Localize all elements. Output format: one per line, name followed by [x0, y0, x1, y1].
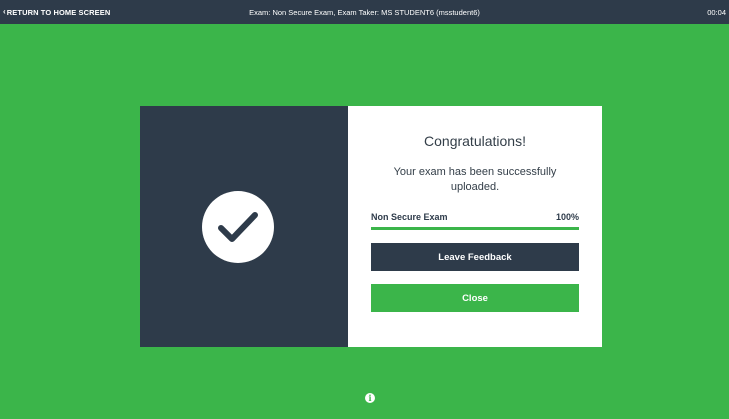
dialog-content-panel: Congratulations! Your exam has been succ…: [348, 106, 602, 347]
close-button[interactable]: Close: [371, 284, 579, 312]
dialog-icon-panel: [140, 106, 348, 347]
progress-percent: 100%: [555, 212, 579, 222]
upload-success-dialog: Congratulations! Your exam has been succ…: [140, 106, 602, 347]
exam-title: Exam: Non Secure Exam, Exam Taker: MS ST…: [249, 7, 480, 17]
progress-label-row: Non Secure Exam 100%: [371, 212, 579, 222]
info-icon[interactable]: i: [365, 393, 375, 403]
upload-progress-bar: [371, 227, 579, 230]
leave-feedback-button[interactable]: Leave Feedback: [371, 243, 579, 271]
exam-timer: 00:04: [707, 7, 726, 17]
progress-exam-name: Non Secure Exam: [371, 212, 448, 222]
checkmark-icon: [202, 190, 274, 263]
top-bar: ‹ RETURN TO HOME SCREEN Exam: Non Secure…: [0, 0, 729, 24]
dialog-heading: Congratulations!: [424, 133, 526, 149]
upload-progress-fill: [371, 227, 579, 230]
dialog-message: Your exam has been successfully uploaded…: [393, 166, 557, 193]
